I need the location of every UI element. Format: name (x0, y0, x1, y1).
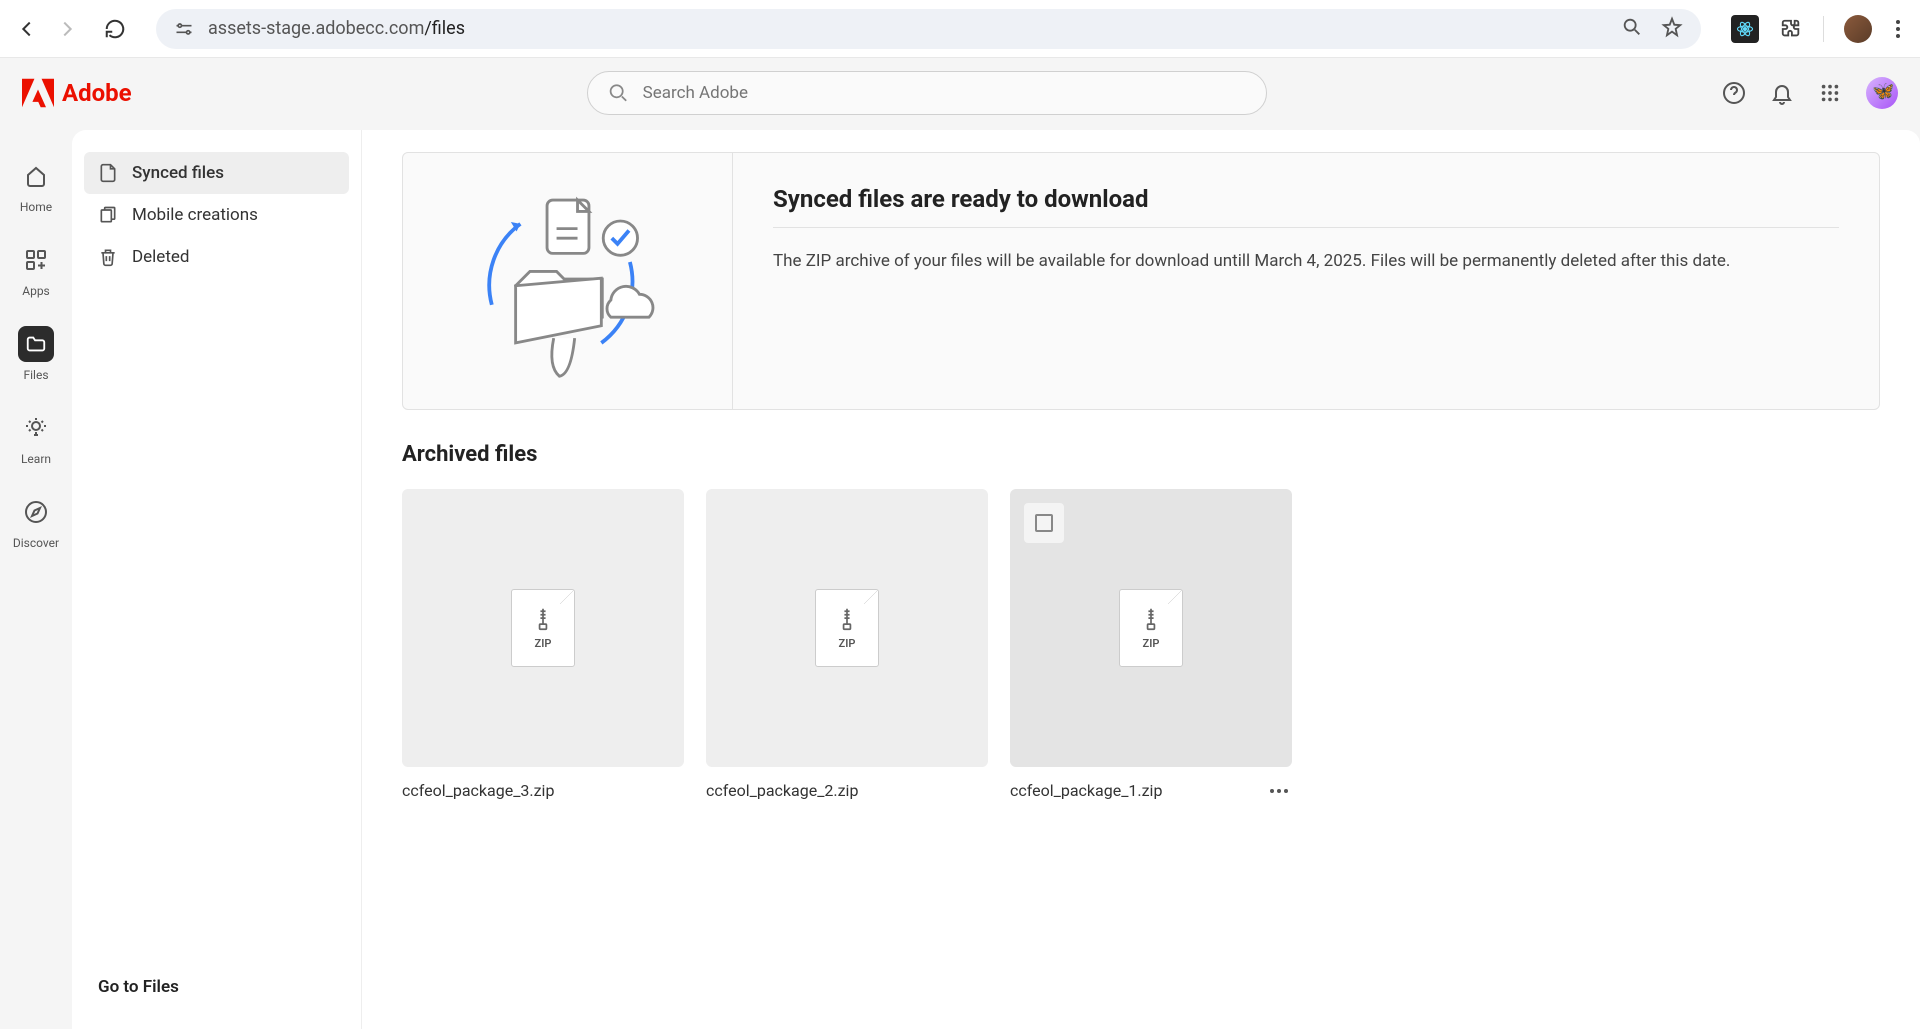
browser-zoom-icon[interactable] (1621, 16, 1643, 42)
browser-reload-button[interactable] (104, 18, 126, 40)
zip-file-icon: ZIP (1119, 589, 1183, 667)
zip-label: ZIP (1143, 637, 1160, 650)
browser-bookmark-icon[interactable] (1661, 16, 1683, 42)
banner-body: The ZIP archive of your files will be av… (773, 248, 1839, 275)
search-bar[interactable] (587, 71, 1267, 115)
main-content: Synced files are ready to download The Z… (362, 130, 1920, 1029)
files-sidebar: Synced files Mobile creations Deleted Go… (72, 130, 362, 1029)
sidebar-item-label: Mobile creations (132, 205, 258, 225)
rail-label: Files (23, 368, 48, 382)
browser-menu-button[interactable] (1892, 20, 1904, 38)
rail-label: Home (20, 200, 52, 214)
download-banner: Synced files are ready to download The Z… (402, 152, 1880, 410)
trash-icon (98, 247, 118, 267)
file-card[interactable]: ZIP ccfeol_package_2.zip (706, 489, 988, 800)
mobile-creations-icon (98, 205, 118, 225)
sidebar-item-label: Deleted (132, 247, 189, 267)
url-text: assets-stage.adobecc.com/files (208, 18, 465, 39)
file-grid: ZIP ccfeol_package_3.zip ZIP ccfeol_pack… (402, 489, 1880, 800)
file-card[interactable]: ZIP ccfeol_package_1.zip (1010, 489, 1292, 800)
banner-title: Synced files are ready to download (773, 185, 1839, 213)
extensions-icon[interactable] (1779, 17, 1803, 41)
search-input[interactable] (643, 83, 1246, 103)
learn-icon (18, 410, 54, 446)
section-title: Archived files (402, 442, 1880, 467)
app-switcher-icon[interactable] (1818, 81, 1842, 105)
zip-label: ZIP (839, 637, 856, 650)
browser-profile-avatar[interactable] (1844, 15, 1872, 43)
zip-file-icon: ZIP (815, 589, 879, 667)
sidebar-item-synced-files[interactable]: Synced files (84, 152, 349, 194)
file-more-actions-button[interactable] (1266, 785, 1292, 797)
browser-toolbar: assets-stage.adobecc.com/files (0, 0, 1920, 58)
discover-icon (18, 494, 54, 530)
user-avatar[interactable] (1866, 77, 1898, 109)
rail-label: Apps (22, 284, 50, 298)
adobe-logo-icon (22, 78, 54, 108)
react-devtools-extension-icon[interactable] (1731, 15, 1759, 43)
divider (1823, 16, 1824, 42)
file-name: ccfeol_package_2.zip (706, 781, 858, 800)
file-thumbnail: ZIP (706, 489, 988, 767)
file-name: ccfeol_package_3.zip (402, 781, 554, 800)
rail-item-learn[interactable]: Learn (18, 410, 54, 466)
brand-name: Adobe (62, 79, 132, 107)
file-icon (98, 163, 118, 183)
sidebar-item-label: Synced files (132, 163, 224, 183)
apps-icon (18, 242, 54, 278)
sidebar-item-mobile-creations[interactable]: Mobile creations (84, 194, 349, 236)
files-icon (18, 326, 54, 362)
browser-back-button[interactable] (16, 18, 38, 40)
adobe-logo[interactable]: Adobe (22, 78, 132, 108)
search-icon (608, 82, 629, 104)
rail-label: Learn (21, 452, 51, 466)
file-card[interactable]: ZIP ccfeol_package_3.zip (402, 489, 684, 800)
zip-file-icon: ZIP (511, 589, 575, 667)
file-name: ccfeol_package_1.zip (1010, 781, 1162, 800)
zip-label: ZIP (535, 637, 552, 650)
rail-item-discover[interactable]: Discover (13, 494, 59, 550)
file-thumbnail: ZIP (402, 489, 684, 767)
rail-item-apps[interactable]: Apps (18, 242, 54, 298)
rail-item-files[interactable]: Files (18, 326, 54, 382)
file-select-checkbox[interactable] (1024, 503, 1064, 543)
app-header: Adobe (0, 58, 1920, 128)
site-settings-icon[interactable] (174, 19, 194, 39)
sidebar-item-deleted[interactable]: Deleted (84, 236, 349, 278)
divider (773, 227, 1839, 228)
home-icon (18, 158, 54, 194)
help-icon[interactable] (1722, 81, 1746, 105)
file-thumbnail: ZIP (1010, 489, 1292, 767)
notifications-icon[interactable] (1770, 81, 1794, 105)
go-to-files-link[interactable]: Go to Files (84, 967, 349, 1007)
rail-label: Discover (13, 536, 59, 550)
left-nav-rail: Home Apps Files Learn Discover (0, 128, 72, 1029)
browser-forward-button[interactable] (56, 18, 78, 40)
rail-item-home[interactable]: Home (18, 158, 54, 214)
browser-address-bar[interactable]: assets-stage.adobecc.com/files (156, 9, 1701, 49)
banner-illustration (403, 153, 733, 409)
